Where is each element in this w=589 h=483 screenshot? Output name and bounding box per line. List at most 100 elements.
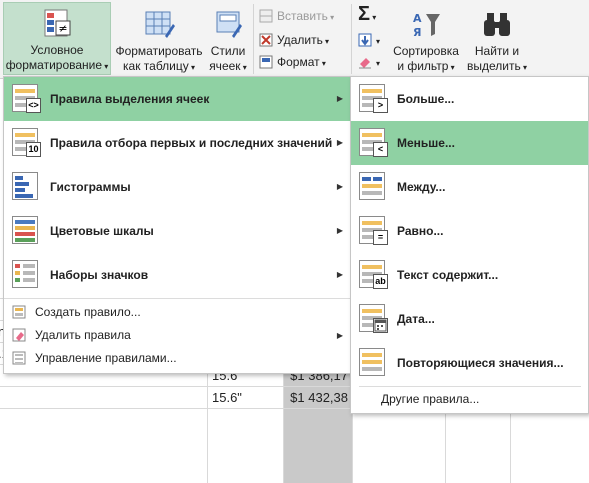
clear-button[interactable]: ▾ <box>358 52 380 72</box>
sort-filter-button[interactable]: А Я Сортировка и фильтр ▾ <box>391 2 461 75</box>
submenu-item-equal-to[interactable]: = Равно... <box>351 209 588 253</box>
more-rules-item[interactable]: Другие правила... <box>351 388 588 411</box>
menu-separator <box>359 386 581 387</box>
autosum-button[interactable]: Σ ▾ <box>358 4 376 24</box>
fill-down-icon <box>358 33 372 47</box>
highlight-cells-rules-submenu: > Больше... < Меньше... Между... = Равно... ab Т… <box>350 76 589 414</box>
submenu-arrow-icon: ▶ <box>336 138 343 147</box>
submenu-item-date-occurring[interactable]: Дата... <box>351 297 588 341</box>
ribbon-separator <box>351 4 352 74</box>
delete-label: Удалить <box>277 33 323 47</box>
menu-item-icon-sets[interactable]: Наборы значков ▶ <box>4 253 351 297</box>
submenu-item-label: Равно... <box>397 224 444 238</box>
conditional-formatting-menu: <> Правила выделения ячеек ▶ 10 Правила отбо… <box>3 76 352 374</box>
binoculars-icon <box>481 10 513 40</box>
fill-button[interactable]: ▾ <box>358 30 380 50</box>
eraser-icon <box>358 55 372 69</box>
dropdown-arrow-icon: ▾ <box>376 59 381 68</box>
menu-item-manage-rules[interactable]: Управление правилами... <box>4 347 351 370</box>
cell-c[interactable]: 15.6" <box>212 388 242 408</box>
menu-item-label: Наборы значков <box>50 268 149 282</box>
format-as-table-label-2: как таблицу <box>123 59 189 73</box>
submenu-item-label: Повторяющиеся значения... <box>397 356 564 370</box>
insert-cells-icon <box>259 9 273 23</box>
sort-filter-label-2: и фильтр <box>397 59 449 73</box>
submenu-item-label: Текст содержит... <box>397 268 499 282</box>
delete-cells-icon <box>259 33 273 47</box>
ribbon-separator <box>253 4 254 74</box>
svg-text:≠: ≠ <box>58 22 67 35</box>
cell-d[interactable]: $1 432,38 <box>284 388 348 408</box>
menu-item-top-bottom-rules[interactable]: 10 Правила отбора первых и последних знач… <box>4 121 351 165</box>
dropdown-arrow-icon: ▾ <box>370 13 377 22</box>
dropdown-arrow-icon: ▾ <box>240 63 247 72</box>
submenu-arrow-icon: ▶ <box>336 331 343 340</box>
dropdown-arrow-icon: ▾ <box>102 62 109 71</box>
submenu-item-less-than[interactable]: < Меньше... <box>351 121 588 165</box>
clear-rules-icon <box>12 328 26 342</box>
more-rules-label: Другие правила... <box>381 392 480 406</box>
delete-button[interactable]: Удалить ▾ <box>259 30 329 50</box>
submenu-item-label: Дата... <box>397 312 435 326</box>
conditional-formatting-button[interactable]: ≠ Условное форматирование ▾ <box>3 2 111 75</box>
date-occurring-icon <box>359 304 389 334</box>
submenu-item-label: Меньше... <box>397 136 455 150</box>
submenu-item-between[interactable]: Между... <box>351 165 588 209</box>
submenu-arrow-icon: ▶ <box>336 182 343 191</box>
icon-sets-icon <box>12 260 42 290</box>
menu-item-new-rule[interactable]: Создать правило... <box>4 301 351 324</box>
data-bars-icon <box>12 172 42 202</box>
cell-styles-label-2: ячеек <box>209 59 241 73</box>
equal-to-icon: = <box>359 216 389 246</box>
dropdown-arrow-icon: ▾ <box>327 13 335 22</box>
submenu-item-duplicate-values[interactable]: Повторяющиеся значения... <box>351 341 588 385</box>
conditional-formatting-label-2: форматирование <box>5 58 103 72</box>
submenu-item-label: Больше... <box>397 92 455 106</box>
menu-item-clear-rules[interactable]: Удалить правила ▶ <box>4 324 351 347</box>
svg-text:А: А <box>413 12 422 25</box>
manage-rules-icon <box>12 351 26 365</box>
between-icon <box>359 172 389 202</box>
text-contains-icon: ab <box>359 260 389 290</box>
menu-item-label: Правила выделения ячеек <box>50 92 210 106</box>
autosum-icon: Σ <box>358 3 371 25</box>
format-label: Формат <box>277 55 320 69</box>
dropdown-arrow-icon: ▾ <box>319 59 326 68</box>
format-as-table-label-1: Форматировать <box>115 44 203 58</box>
icon-glyph: < <box>373 142 388 157</box>
top-bottom-rules-icon: 10 <box>12 128 42 158</box>
submenu-item-text-contains[interactable]: ab Текст содержит... <box>351 253 588 297</box>
submenu-arrow-icon: ▶ <box>336 226 343 235</box>
format-button[interactable]: Формат ▾ <box>259 52 326 72</box>
menu-separator <box>4 298 351 299</box>
menu-item-label: Цветовые шкалы <box>50 224 154 238</box>
menu-item-color-scales[interactable]: Цветовые шкалы ▶ <box>4 209 351 253</box>
format-as-table-button[interactable]: Форматировать как таблицу ▾ <box>114 2 204 75</box>
menu-item-label: Создать правило... <box>35 305 141 319</box>
submenu-item-greater-than[interactable]: > Больше... <box>351 77 588 121</box>
cell-styles-label-1: Стили <box>210 44 246 58</box>
icon-glyph: ab <box>373 274 388 289</box>
color-scales-icon <box>12 216 42 246</box>
menu-item-highlight-cells-rules[interactable]: <> Правила выделения ячеек ▶ <box>4 77 351 121</box>
duplicate-values-icon <box>359 348 389 378</box>
menu-item-label: Управление правилами... <box>35 351 177 365</box>
icon-glyph: = <box>373 230 388 245</box>
dropdown-arrow-icon: ▾ <box>376 37 381 46</box>
less-than-icon: < <box>359 128 389 158</box>
insert-label: Вставить <box>277 9 328 23</box>
icon-glyph: > <box>373 98 388 113</box>
find-select-label-1: Найти и <box>474 44 520 58</box>
menu-item-label: Правила отбора первых и последних значен… <box>50 136 333 150</box>
menu-item-label: Гистограммы <box>50 180 131 194</box>
submenu-arrow-icon: ▶ <box>336 270 343 279</box>
conditional-formatting-icon: ≠ <box>41 9 73 39</box>
cell-styles-button[interactable]: Стили ячеек ▾ <box>206 2 250 75</box>
insert-button[interactable]: Вставить ▾ <box>259 6 334 26</box>
menu-item-data-bars[interactable]: Гистограммы ▶ <box>4 165 351 209</box>
sort-filter-label-1: Сортировка <box>393 44 459 58</box>
format-as-table-icon <box>143 10 175 40</box>
find-select-button[interactable]: Найти и выделить ▾ <box>464 2 530 75</box>
new-rule-icon <box>12 305 26 319</box>
svg-text:Я: Я <box>413 26 421 39</box>
